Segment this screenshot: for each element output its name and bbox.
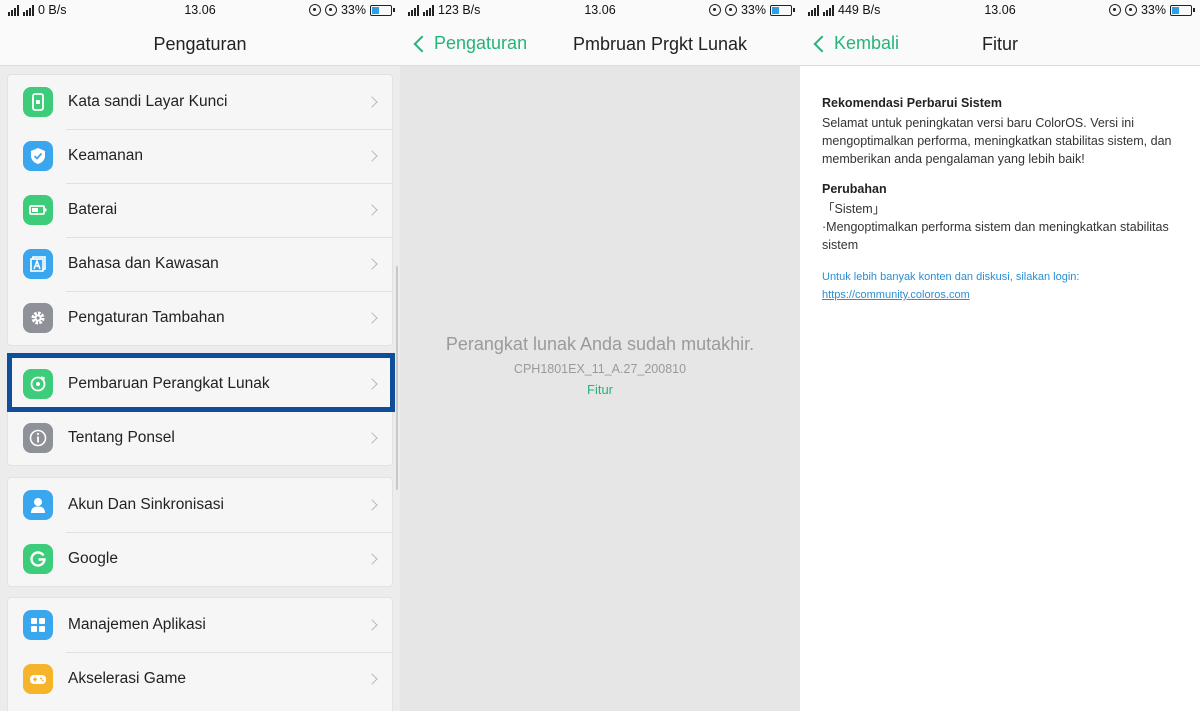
settings-item-google[interactable]: Google <box>8 532 392 586</box>
battery-percent: 33% <box>340 3 366 17</box>
chevron-right-icon <box>366 619 378 631</box>
battery-icon <box>23 195 53 225</box>
settings-item-label: Tentang Ponsel <box>68 429 175 446</box>
settings-item-security[interactable]: Keamanan <box>8 129 392 183</box>
battery-status-icon <box>370 4 395 16</box>
account-icon <box>23 490 53 520</box>
settings-panel: 0 B/s 13.06 33% Pengaturan Kata sandi La… <box>0 0 400 711</box>
settings-item-app-management[interactable]: Manajemen Aplikasi <box>8 598 392 652</box>
alarm-icon <box>324 4 337 16</box>
chevron-left-icon <box>413 35 431 52</box>
apps-icon <box>23 610 53 640</box>
settings-item-label: Keamanan <box>68 147 143 164</box>
chevron-right-icon <box>366 499 378 511</box>
up-to-date-message: Perangkat lunak Anda sudah mutakhir. <box>445 334 755 354</box>
page-title: Pmbruan Prgkt Lunak <box>572 34 748 54</box>
settings-item-label: Pembaruan Perangkat Lunak <box>68 375 270 392</box>
title-bar: Pengaturan Pmbruan Prgkt Lunak <box>400 22 800 66</box>
chevron-right-icon <box>366 96 378 108</box>
alarm-icon <box>1124 4 1137 16</box>
settings-item-label: Baterai <box>68 201 118 218</box>
chevron-right-icon <box>366 553 378 565</box>
battery-percent: 33% <box>1140 3 1166 17</box>
chevron-right-icon <box>366 432 378 444</box>
settings-item-lock-screen-password[interactable]: Kata sandi Layar Kunci <box>8 75 392 129</box>
settings-item-label: Akselerasi Game <box>68 670 187 687</box>
section-body: Selamat untuk peningkatan versi baru Col… <box>822 116 1172 166</box>
rotation-lock-icon <box>308 4 321 16</box>
community-note: Untuk lebih banyak konten dan diskusi, s… <box>822 271 1080 283</box>
status-bar: 123 B/s 13.06 33% <box>400 0 800 22</box>
settings-item-battery[interactable]: Baterai <box>8 183 392 237</box>
settings-item-additional-settings[interactable]: Pengaturan Tambahan <box>8 291 392 345</box>
battery-status-icon <box>1170 4 1195 16</box>
settings-item-about-phone[interactable]: Tentang Ponsel <box>8 411 392 465</box>
google-icon <box>23 544 53 574</box>
battery-status-icon <box>770 4 795 16</box>
settings-group: Akun Dan Sinkronisasi Google <box>7 477 393 587</box>
version-number: CPH1801EX_11_A.27_200810 <box>513 362 687 376</box>
title-bar: Kembali Fitur <box>800 22 1200 66</box>
chevron-right-icon <box>366 150 378 162</box>
section-title: Rekomendasi Perbarui Sistem <box>822 96 1002 110</box>
section-body: ·Mengoptimalkan performa sistem dan meni… <box>822 220 1169 252</box>
gamepad-icon <box>23 664 53 694</box>
section-title: Perubahan <box>822 182 887 196</box>
status-bar: 449 B/s 13.06 33% <box>800 0 1200 22</box>
lock-screen-icon <box>23 87 53 117</box>
features-link[interactable]: Fitur <box>400 382 800 397</box>
chevron-right-icon <box>366 312 378 324</box>
features-panel: 449 B/s 13.06 33% Kembali Fitur Rekomend… <box>800 0 1200 711</box>
status-bar: 0 B/s 13.06 33% <box>0 0 400 22</box>
chevron-right-icon <box>366 673 378 685</box>
settings-item-label: Bahasa dan Kawasan <box>68 255 219 272</box>
back-button[interactable]: Pengaturan <box>412 33 527 54</box>
settings-item-label: Kata sandi Layar Kunci <box>68 93 228 110</box>
settings-item-label: Manajemen Aplikasi <box>68 616 206 633</box>
battery-percent: 33% <box>740 3 766 17</box>
release-notes: Rekomendasi Perbarui Sistem Selamat untu… <box>822 94 1182 304</box>
chevron-right-icon <box>366 204 378 216</box>
settings-item-label: Akun Dan Sinkronisasi <box>68 496 224 513</box>
settings-group: Kata sandi Layar Kunci Keamanan Baterai … <box>7 74 393 346</box>
settings-item-language-region[interactable]: Bahasa dan Kawasan <box>8 237 392 291</box>
settings-group: Manajemen Aplikasi Akselerasi Game <box>7 597 393 711</box>
page-title: Pengaturan <box>153 34 247 54</box>
recommendation-section: Rekomendasi Perbarui Sistem Selamat untu… <box>822 94 1182 168</box>
alarm-icon <box>724 4 737 16</box>
scrollbar[interactable] <box>396 266 398 490</box>
title-bar: Pengaturan <box>0 22 400 66</box>
chevron-right-icon <box>366 258 378 270</box>
rotation-lock-icon <box>708 4 721 16</box>
language-icon <box>23 249 53 279</box>
community-link[interactable]: https://community.coloros.com <box>822 286 1182 304</box>
settings-item-software-update[interactable]: Pembaruan Perangkat Lunak <box>8 357 392 411</box>
settings-item-label: Pengaturan Tambahan <box>68 309 225 326</box>
changes-section: Perubahan 「Sistem」 ·Mengoptimalkan perfo… <box>822 180 1182 254</box>
software-update-panel: 123 B/s 13.06 33% Pengaturan Pmbruan Prg… <box>400 0 800 711</box>
settings-item-game-acceleration[interactable]: Akselerasi Game <box>8 652 392 706</box>
chevron-right-icon <box>366 378 378 390</box>
settings-item-accounts-sync[interactable]: Akun Dan Sinkronisasi <box>8 478 392 532</box>
shield-icon <box>23 141 53 171</box>
section-tag: 「Sistem」 <box>822 202 886 216</box>
settings-item-label: Google <box>68 550 118 567</box>
update-icon <box>23 369 53 399</box>
gear-icon <box>23 303 53 333</box>
page-title: Fitur <box>982 34 1018 54</box>
back-label: Pengaturan <box>434 33 528 53</box>
info-icon <box>23 423 53 453</box>
rotation-lock-icon <box>1108 4 1121 16</box>
settings-group: Pembaruan Perangkat Lunak Tentang Ponsel <box>7 356 393 466</box>
